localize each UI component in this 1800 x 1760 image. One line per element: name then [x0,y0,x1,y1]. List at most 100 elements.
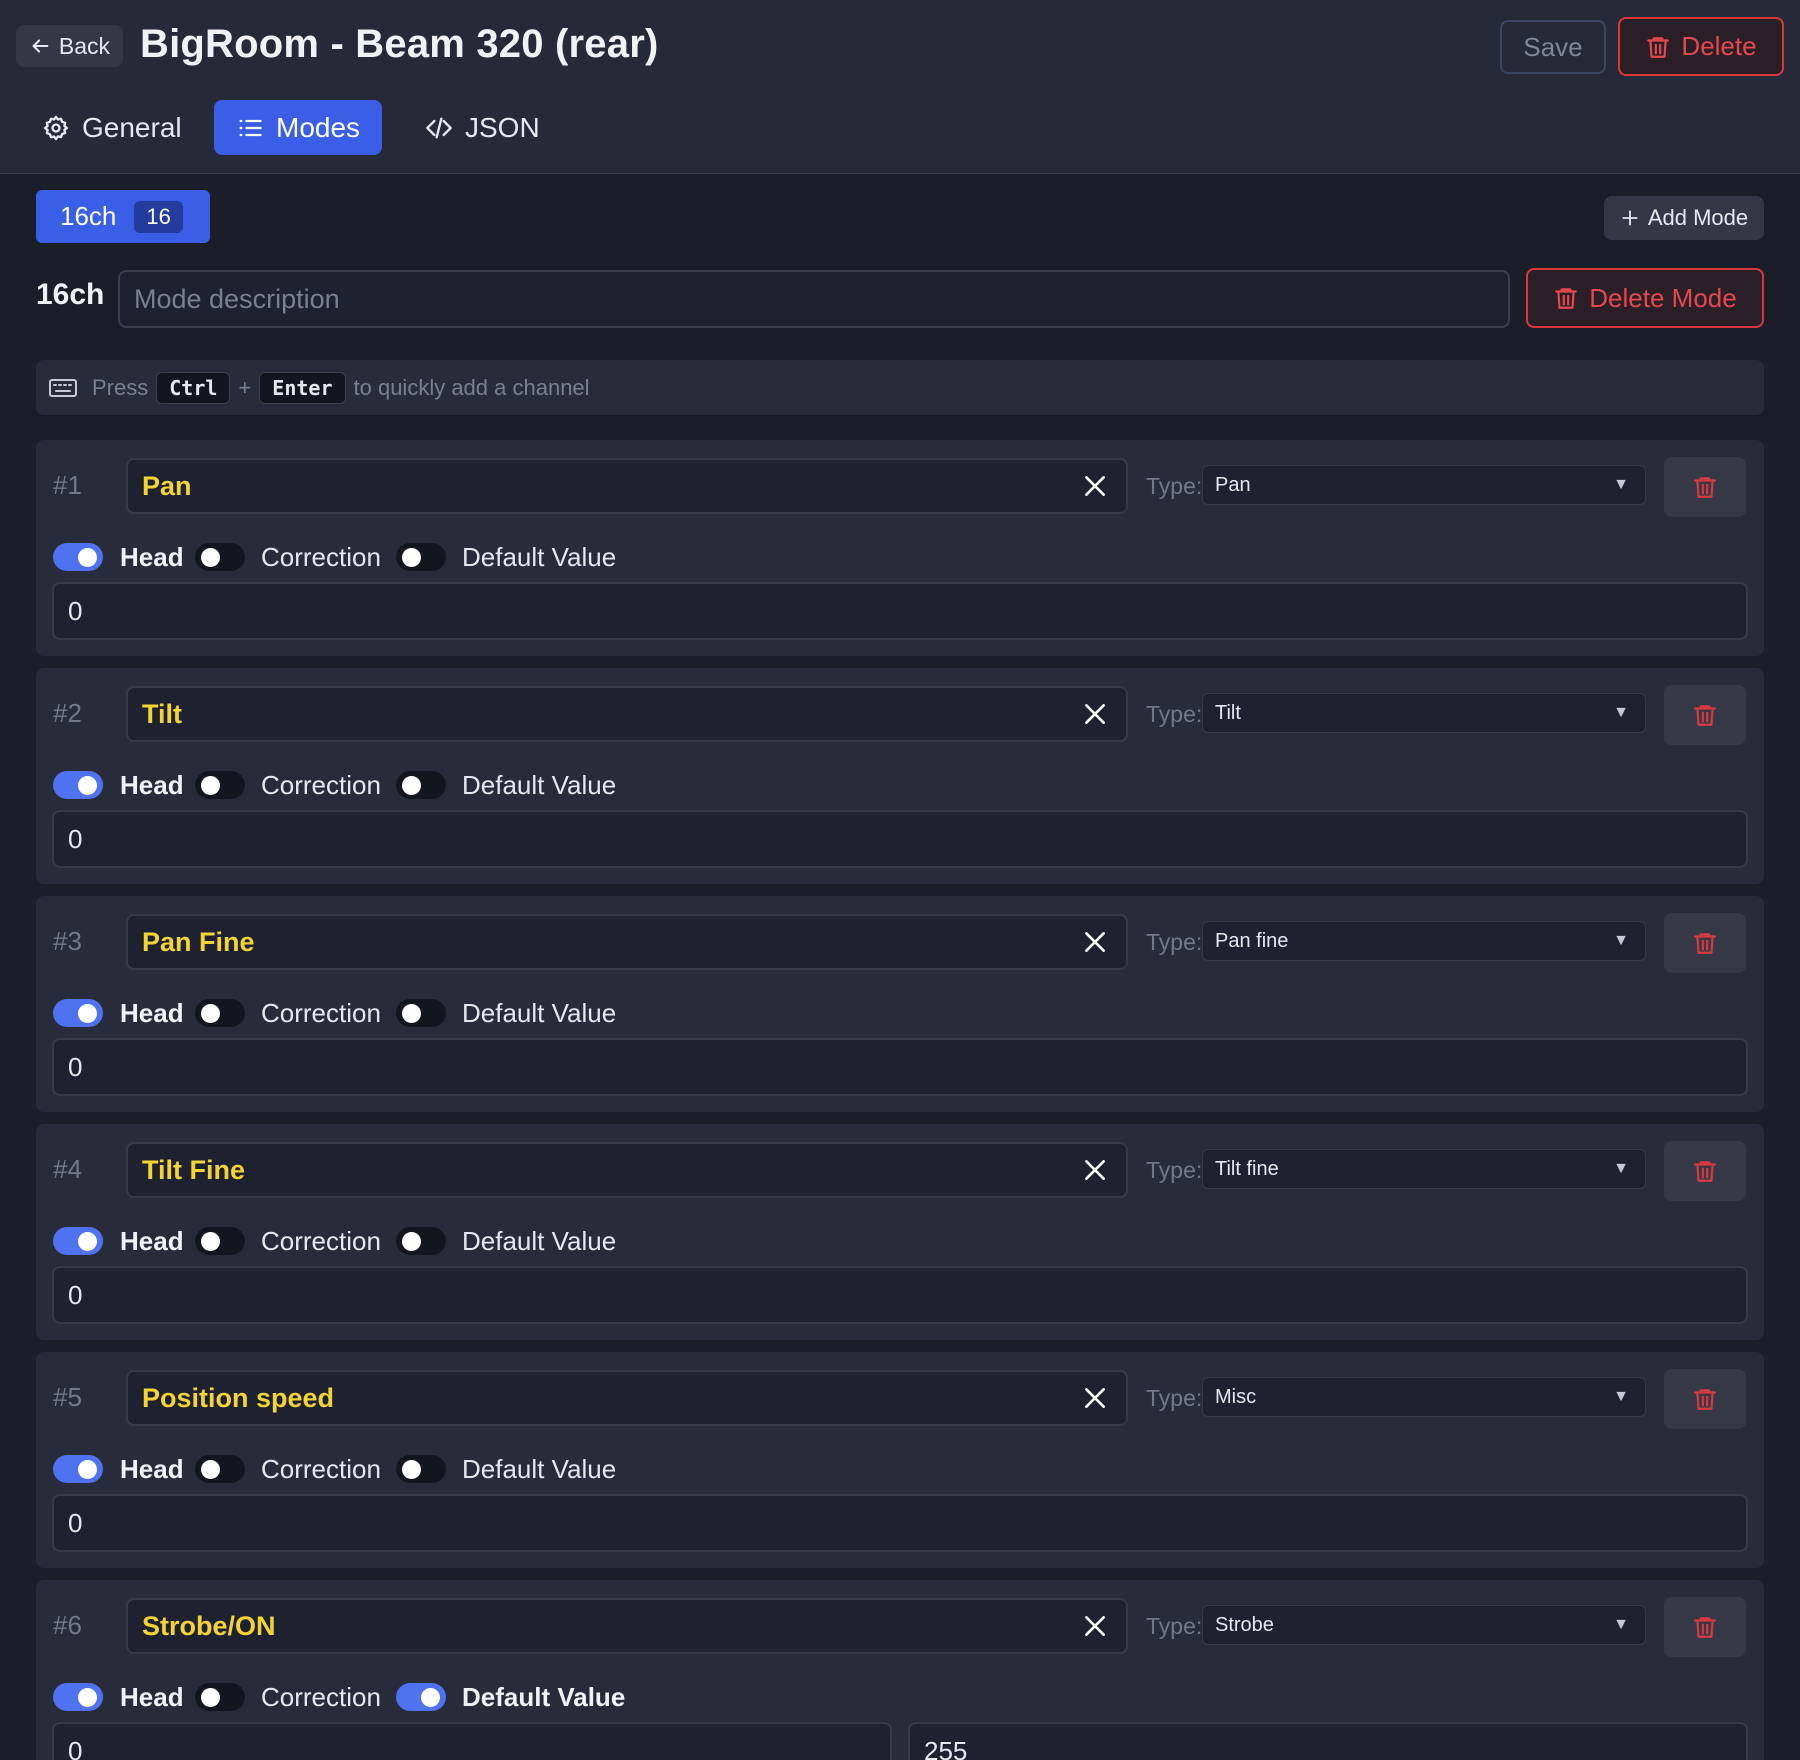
mode-chip-16ch[interactable]: 16ch 16 [36,190,210,243]
delete-button-label: Delete [1681,31,1757,61]
delete-channel-button[interactable] [1664,1369,1746,1429]
close-icon[interactable] [1082,1385,1108,1411]
channel-name-input[interactable]: Tilt Fine [126,1142,1128,1198]
delete-channel-button[interactable] [1664,685,1746,745]
default-value-input[interactable]: 255 [908,1722,1748,1760]
correction-toggle[interactable] [195,999,245,1027]
channel-card: #5 Position speed Type: Misc ▼ Head Corr… [36,1352,1764,1568]
channel-type-select[interactable]: Strobe ▼ [1202,1605,1646,1645]
channel-name-input[interactable]: Position speed [126,1370,1128,1426]
head-toggle[interactable] [53,771,103,799]
close-icon[interactable] [1082,701,1108,727]
back-button-label: Back [58,32,111,59]
tab-modes-label: Modes [276,111,361,143]
back-button[interactable]: Back [16,25,123,67]
channel-type-select[interactable]: Pan fine ▼ [1202,921,1646,961]
type-label: Type: [1146,473,1203,499]
hint-suffix: to quickly add a channel [353,374,590,400]
close-icon[interactable] [1082,1157,1108,1183]
head-toggle[interactable] [53,1227,103,1255]
type-label: Type: [1146,1385,1203,1411]
hint-plus: + [238,374,252,400]
head-label: Head [120,1226,184,1256]
tab-json-label: JSON [465,111,540,143]
channel-type-value: Misc [1215,1385,1257,1408]
channel-name-input[interactable]: Pan [126,458,1128,514]
channel-value-input[interactable]: 0 [52,1494,1748,1552]
default-value-toggle[interactable] [396,543,446,571]
mode-chip-label: 16ch [60,201,117,231]
correction-toggle[interactable] [195,1683,245,1711]
head-label: Head [120,1454,184,1484]
head-label: Head [120,998,184,1028]
correction-label: Correction [261,770,381,800]
channel-name-value: Pan Fine [142,926,255,957]
channel-value-input[interactable]: 0 [52,1722,892,1760]
channel-name-value: Tilt Fine [142,1154,246,1185]
close-icon[interactable] [1082,1613,1108,1639]
channel-name-value: Position speed [142,1382,335,1413]
default-value-label: Default Value [462,1682,626,1712]
channel-type-select[interactable]: Tilt fine ▼ [1202,1149,1646,1189]
channel-name-input[interactable]: Pan Fine [126,914,1128,970]
mode-description-input[interactable] [118,270,1510,328]
default-value-toggle[interactable] [396,1455,446,1483]
delete-mode-button[interactable]: Delete Mode [1526,268,1764,328]
delete-channel-button[interactable] [1664,1597,1746,1657]
head-toggle[interactable] [53,543,103,571]
correction-toggle[interactable] [195,543,245,571]
delete-button[interactable]: Delete [1618,17,1784,76]
correction-toggle[interactable] [195,1227,245,1255]
correction-toggle[interactable] [195,771,245,799]
channel-type-select[interactable]: Misc ▼ [1202,1377,1646,1417]
channel-value-input[interactable]: 0 [52,810,1748,868]
save-button-label: Save [1523,31,1583,62]
correction-label: Correction [261,1454,381,1484]
default-value-toggle[interactable] [396,1227,446,1255]
channel-value-input[interactable]: 0 [52,1038,1748,1096]
channel-value-input[interactable]: 0 [52,582,1748,640]
channel-value: 0 [68,1507,83,1538]
head-toggle[interactable] [53,1455,103,1483]
close-icon[interactable] [1082,929,1108,955]
channel-type-value: Pan fine [1215,929,1289,952]
correction-label: Correction [261,1226,381,1256]
head-toggle[interactable] [53,999,103,1027]
tab-general[interactable]: General [20,100,204,155]
add-mode-button[interactable]: Add Mode [1604,196,1764,240]
delete-mode-button-label: Delete Mode [1589,282,1737,313]
trash-icon [1694,1617,1716,1638]
channel-name-input[interactable]: Tilt [126,686,1128,742]
mode-name-label: 16ch [36,278,105,311]
default-value-toggle[interactable] [396,999,446,1027]
default-value-label: Default Value [462,770,617,800]
save-button[interactable]: Save [1500,20,1606,74]
tab-json[interactable]: JSON [403,100,562,155]
tab-modes[interactable]: Modes [214,100,383,155]
keyboard-icon [49,378,77,397]
default-value-toggle[interactable] [396,771,446,799]
channel-card: #3 Pan Fine Type: Pan fine ▼ Head Correc… [36,896,1764,1112]
head-label: Head [120,770,184,800]
channel-name-value: Tilt [142,698,182,729]
channel-value-input[interactable]: 0 [52,1266,1748,1324]
channel-name-input[interactable]: Strobe/ON [126,1598,1128,1654]
close-icon[interactable] [1082,473,1108,499]
head-toggle[interactable] [53,1683,103,1711]
correction-toggle[interactable] [195,1455,245,1483]
default-value-label: Default Value [462,1226,617,1256]
delete-channel-button[interactable] [1664,913,1746,973]
channel-type-select[interactable]: Pan ▼ [1202,465,1646,505]
kbd-ctrl: Ctrl [156,371,231,404]
channel-type-value: Tilt fine [1215,1157,1279,1180]
delete-channel-button[interactable] [1664,457,1746,517]
delete-channel-button[interactable] [1664,1141,1746,1201]
channel-name-value: Strobe/ON [142,1610,276,1641]
channel-card: #2 Tilt Type: Tilt ▼ Head Correction Def… [36,668,1764,884]
channel-value: 0 [68,595,83,626]
channel-type-select[interactable]: Tilt ▼ [1202,693,1646,733]
channel-number: #3 [53,926,82,956]
default-value-toggle[interactable] [396,1683,446,1711]
default-value-label: Default Value [462,998,617,1028]
channel-value: 0 [68,823,83,854]
